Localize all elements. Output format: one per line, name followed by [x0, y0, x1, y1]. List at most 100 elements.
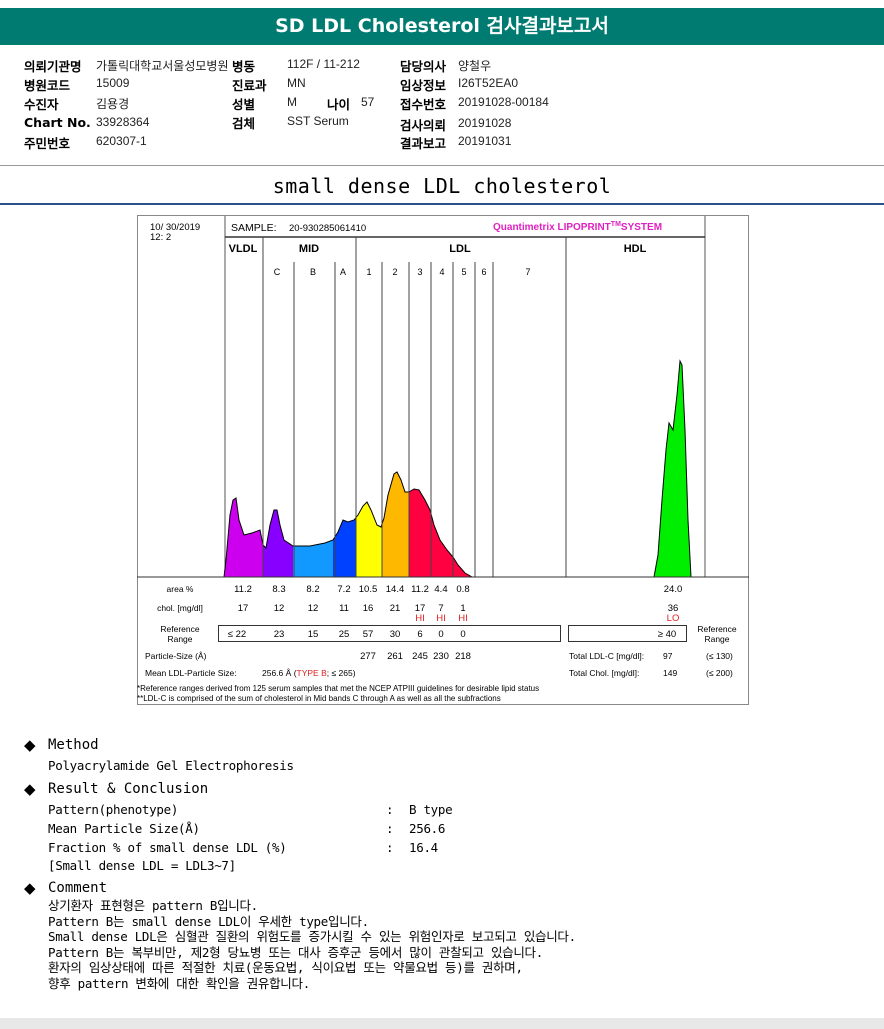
mean-label: Mean LDL-Particle Size:: [145, 668, 237, 678]
result-note: [Small dense LDL = LDL3~7]: [48, 858, 236, 873]
area-value: 10.5: [359, 584, 378, 595]
ref-value: ≥ 40: [658, 629, 676, 640]
total-ldl-label: Total LDL-C [mg/dl]:: [569, 651, 644, 661]
area-value: 0.8: [456, 584, 469, 595]
age: 57: [361, 95, 375, 109]
hospital-code-label: 병원코드: [24, 78, 71, 93]
flag-value: HI: [458, 613, 468, 624]
ref-value: 57: [363, 629, 374, 640]
band-label: 2: [392, 267, 397, 277]
result-sep: :: [386, 840, 394, 855]
total-chol-ref: (≤ 200): [706, 668, 733, 678]
id-number: 620307-1: [96, 134, 147, 148]
total-ldl: 97: [663, 651, 673, 661]
doctor: 양철우: [458, 59, 492, 73]
comment-line: Pattern B는 small dense LDL이 우세한 type입니다.: [48, 913, 369, 929]
area-value: 4.4: [434, 584, 447, 595]
institution-label: 의뢰기관명: [24, 59, 82, 74]
comment-line: Small dense LDL은 심혈관 질환의 위험도를 증가시킬 수 있는 …: [48, 929, 576, 945]
band-label: 4: [439, 267, 444, 277]
comment-line: 상기환자 표현형은 pattern B입니다.: [48, 898, 258, 913]
request-label: 검사의뢰: [400, 118, 447, 133]
ref-value: 30: [390, 629, 401, 640]
chol-value: 17: [238, 603, 249, 614]
group-vldl: VLDL: [229, 243, 258, 255]
group-hdl: HDL: [624, 243, 647, 255]
total-chol: 149: [663, 668, 677, 678]
flag-value: HI: [415, 613, 425, 624]
band-label: B: [310, 267, 316, 277]
flag-value: HI: [436, 613, 446, 624]
result-value: 256.6: [409, 821, 446, 836]
chart-no: 33928364: [96, 115, 150, 129]
area-value: 11.2: [411, 584, 429, 595]
total-ldl-ref: (≤ 130): [706, 651, 733, 661]
flag-value: LO: [667, 613, 680, 624]
comment-title: Comment: [48, 880, 108, 896]
band-label: 1: [366, 267, 371, 277]
patient-label: 수진자: [24, 97, 59, 112]
particle-value: 230: [433, 651, 449, 662]
group-mid: MID: [299, 243, 319, 255]
mean-value: 256.6 Å (TYPE B; ≤ 265): [262, 668, 356, 678]
ref-value: 6: [417, 629, 422, 640]
ref-value: 0: [460, 629, 465, 640]
sample-id: 20-930285061410: [289, 223, 366, 234]
dept-label: 진료과: [232, 78, 267, 93]
chol-value: 12: [274, 603, 285, 614]
band-label: 5: [461, 267, 466, 277]
result-sep: :: [386, 802, 394, 817]
lipoprint-chart: 10/ 30/2019 12: 2 SAMPLE: 20-93028506141…: [137, 215, 749, 705]
comment-line: Pattern B는 복부비만, 제2형 당뇨병 또는 대사 증후군 등에서 많…: [48, 944, 543, 960]
result-key: Fraction % of small dense LDL (%): [48, 840, 287, 855]
ward-label: 병동: [232, 59, 256, 74]
particle-value: 277: [360, 651, 376, 662]
particle-label: Particle-Size (Å): [145, 651, 207, 661]
total-chol-label: Total Chol. [mg/dl]:: [569, 668, 639, 678]
bullet-diamond-icon: ◆: [24, 879, 36, 897]
particle-value: 245: [412, 651, 428, 662]
chol-label: chol. [mg/dl]: [157, 603, 203, 613]
area-label: area %: [167, 584, 194, 594]
result-key: Pattern(phenotype): [48, 802, 179, 817]
result-key: Mean Particle Size(Å): [48, 821, 200, 836]
specimen: SST Serum: [287, 114, 349, 128]
sample-label: SAMPLE:: [231, 222, 277, 234]
chol-value: 11: [339, 603, 349, 614]
band-label: A: [340, 267, 346, 277]
area-value: 8.2: [306, 584, 319, 595]
result-value: B type: [409, 802, 453, 817]
hospital-code: 15009: [96, 76, 130, 90]
area-value: 11.2: [234, 584, 252, 595]
comment-line: 환자의 임상상태에 따른 적절한 치료(운동요법, 식이요법 또는 약물요법 등…: [48, 960, 523, 976]
result-value: 16.4: [409, 840, 438, 855]
receipt: 20191028-00184: [458, 95, 549, 109]
patient-info: 의뢰기관명 가톨릭대학교서울성모병원 병동 112F / 11-212 담당의사…: [0, 45, 884, 166]
chol-value: 12: [308, 603, 319, 614]
result-sep: :: [386, 821, 394, 836]
chol-value: 21: [390, 603, 401, 614]
ref-value: 25: [339, 629, 350, 640]
doctor-label: 담당의사: [400, 59, 447, 74]
ref-value: 23: [274, 629, 285, 640]
sex: M: [287, 95, 297, 109]
particle-value: 218: [455, 651, 471, 662]
footnote-2: **LDL-C is comprised of the sum of chole…: [137, 694, 501, 703]
clinical-label: 임상정보: [400, 78, 447, 93]
comment-line: 향후 pattern 변화에 대한 확인을 권유합니다.: [48, 976, 310, 991]
chart-time: 12: 2: [150, 232, 171, 243]
report-date: 20191031: [458, 134, 512, 148]
chol-value: 16: [363, 603, 374, 614]
group-ldl: LDL: [449, 243, 471, 255]
receipt-label: 접수번호: [400, 97, 447, 112]
result-title: Result & Conclusion: [48, 781, 209, 797]
ref-value: 0: [438, 629, 443, 640]
brand-logo: Quantimetrix LIPOPRINTTMSYSTEM: [493, 221, 662, 233]
institution: 가톨릭대학교서울성모병원: [96, 59, 229, 73]
age-label: 나이: [327, 97, 351, 112]
id-label: 주민번호: [24, 136, 71, 151]
ref-value: 15: [308, 629, 319, 640]
clinical: I26T52EA0: [458, 76, 519, 90]
report-title: SD LDL Cholesterol 검사결과보고서: [0, 8, 884, 45]
area-value: 7.2: [337, 584, 350, 595]
